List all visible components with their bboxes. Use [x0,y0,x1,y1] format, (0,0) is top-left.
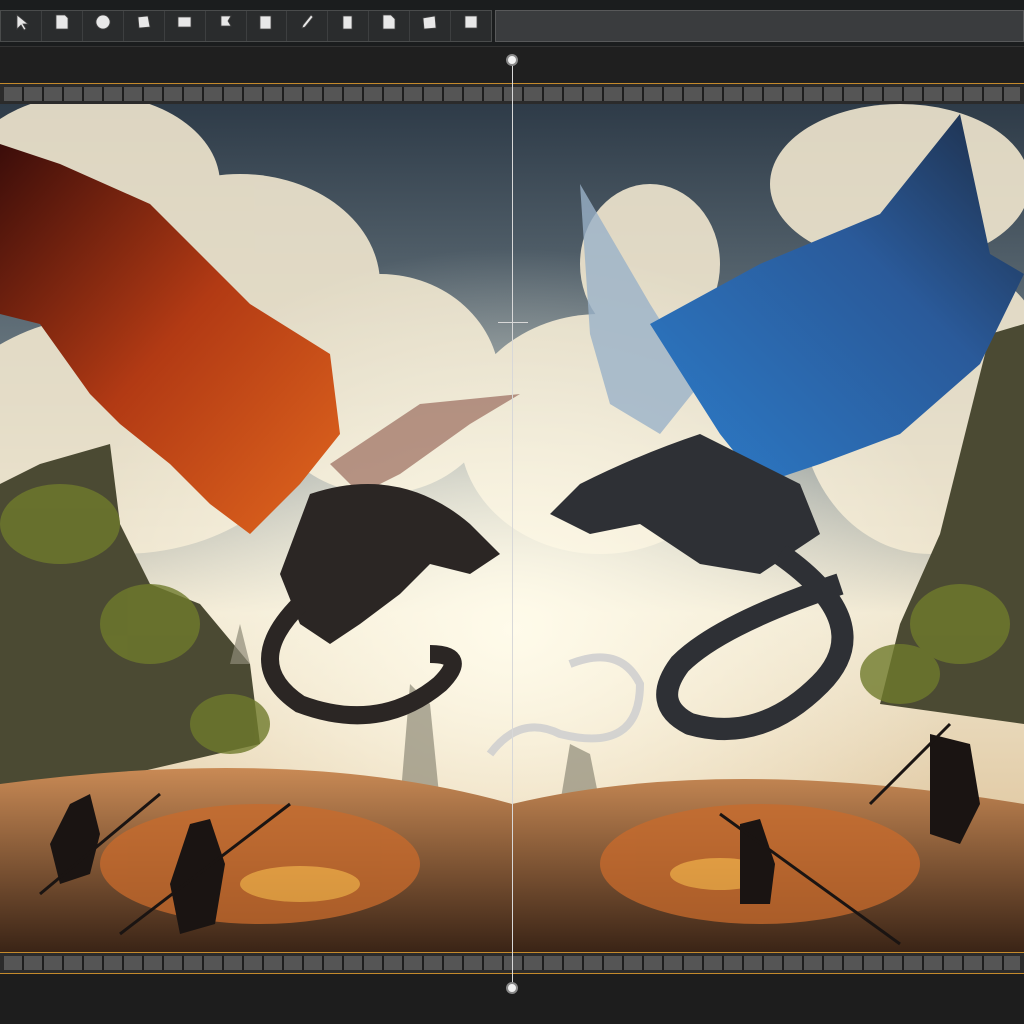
title-field[interactable] [495,10,1024,42]
page-corner-icon [382,14,396,30]
grid-icon [464,15,478,29]
tool-button[interactable] [410,11,452,41]
tool-button[interactable] [124,11,165,41]
tool-button[interactable] [247,11,288,41]
top-bar [0,0,1024,46]
card-icon [177,16,192,28]
playhead-line[interactable] [512,60,513,990]
tool-button[interactable] [451,11,491,41]
rectangle-icon [342,15,353,30]
tool-button[interactable] [287,11,329,41]
tool-button[interactable] [328,11,370,41]
tool-button[interactable] [369,11,411,41]
crop-tool-icon [422,15,437,30]
tool-button[interactable] [206,11,247,41]
page-icon [55,14,69,30]
playhead-bottom-handle[interactable] [506,982,518,994]
layout-icon [260,15,272,30]
tool-button[interactable] [83,11,124,41]
cursor-icon [16,14,30,31]
tool-button[interactable] [42,11,83,41]
tool-button[interactable] [1,11,42,41]
playhead-top-handle[interactable] [506,54,518,66]
crosshair-marker [498,322,528,323]
brush-icon [301,14,314,29]
flag-icon [220,15,232,27]
crop-icon [137,15,151,29]
globe-icon [95,14,111,30]
toolbar [0,10,492,42]
tool-button[interactable] [165,11,206,41]
